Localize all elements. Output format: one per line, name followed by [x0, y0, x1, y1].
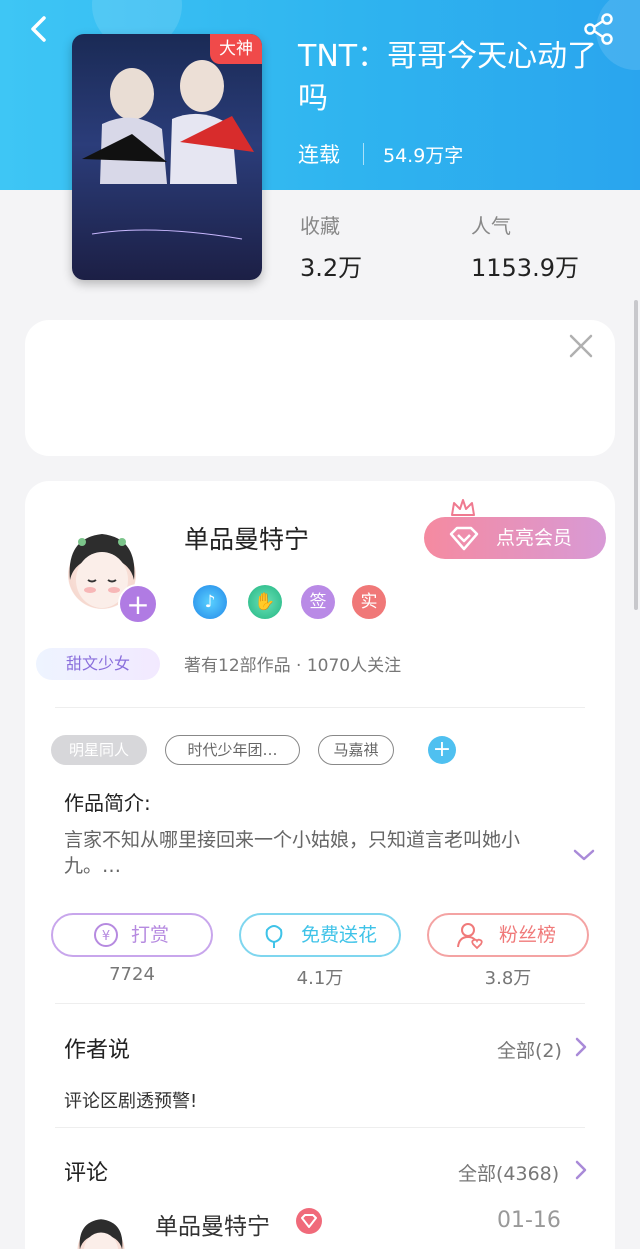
fan-rank-button[interactable]: 粉丝榜 [427, 913, 589, 957]
author-name[interactable]: 单品曼特宁 [184, 520, 309, 556]
comments-title: 评论 [64, 1161, 109, 1186]
music-medal-icon[interactable]: ♪ [193, 585, 227, 619]
follow-author-button[interactable]: + [118, 584, 158, 624]
book-cover[interactable]: 大神 [72, 34, 262, 280]
cover-artwork [82, 60, 254, 240]
tip-count: 7724 [109, 964, 155, 985]
tag-category[interactable]: 明星同人 [51, 735, 147, 765]
popularity-value: 1153.9万 [471, 254, 579, 282]
close-icon [569, 334, 593, 358]
yen-coin-icon: ¥ [94, 923, 118, 947]
fan-rank-icon [457, 923, 483, 950]
chevron-right-icon[interactable] [574, 1036, 588, 1058]
tip-button[interactable]: 打赏 [51, 913, 213, 957]
ad-close-button[interactable] [568, 333, 594, 359]
cover-badge: 大神 [210, 34, 262, 64]
divider [55, 707, 585, 708]
add-tag-button[interactable]: + [428, 736, 456, 764]
svg-text:¥: ¥ [102, 929, 110, 944]
scrollbar[interactable] [634, 300, 638, 610]
comments-more[interactable]: 全部(4368) [458, 1159, 559, 1186]
flower-count: 4.1万 [296, 968, 344, 989]
handshake-medal-icon[interactable]: ✋ [248, 585, 282, 619]
commenter-name[interactable]: 单品曼特宁 [155, 1207, 270, 1241]
back-button[interactable] [22, 12, 56, 46]
crown-icon [451, 499, 475, 516]
status-divider [363, 143, 364, 165]
author-says-title: 作者说 [64, 1038, 131, 1063]
ad-banner[interactable] [25, 320, 615, 456]
comment-date: 01-16 [497, 1208, 561, 1233]
divider [55, 1003, 585, 1004]
diamond-icon [449, 526, 479, 551]
serial-status: 连载 [298, 143, 340, 167]
favorites-value: 3.2万 [300, 254, 363, 282]
fan-rank-count: 3.8万 [484, 968, 532, 989]
expand-chevron-icon[interactable] [572, 846, 596, 864]
divider [55, 1127, 585, 1128]
author-title-tag: 甜文少女 [36, 648, 160, 680]
author-says-text: 评论区剧透预警! [64, 1091, 198, 1112]
signed-badge[interactable]: 签 [301, 585, 335, 619]
chevron-right-icon[interactable] [574, 1159, 588, 1181]
back-chevron-icon [31, 16, 46, 42]
flower-icon [265, 925, 283, 948]
vip-diamond-icon [296, 1208, 322, 1234]
tag-group[interactable]: 时代少年团… [165, 735, 300, 765]
author-says-more[interactable]: 全部(2) [497, 1036, 562, 1063]
book-title: TNT：哥哥今天心动了吗 [298, 39, 598, 116]
favorites-label: 收藏 [300, 214, 340, 238]
verified-badge[interactable]: 实 [352, 585, 386, 619]
intro-text[interactable]: 言家不知从哪里接回来一个小姑娘，只知道言老叫她小九。… [64, 827, 554, 879]
author-stats: 著有12部作品 · 1070人关注 [184, 656, 402, 676]
intro-title: 作品简介: [64, 791, 151, 815]
popularity-label: 人气 [471, 214, 511, 238]
word-count: 54.9万字 [383, 145, 464, 167]
tag-character[interactable]: 马嘉祺 [318, 735, 394, 765]
